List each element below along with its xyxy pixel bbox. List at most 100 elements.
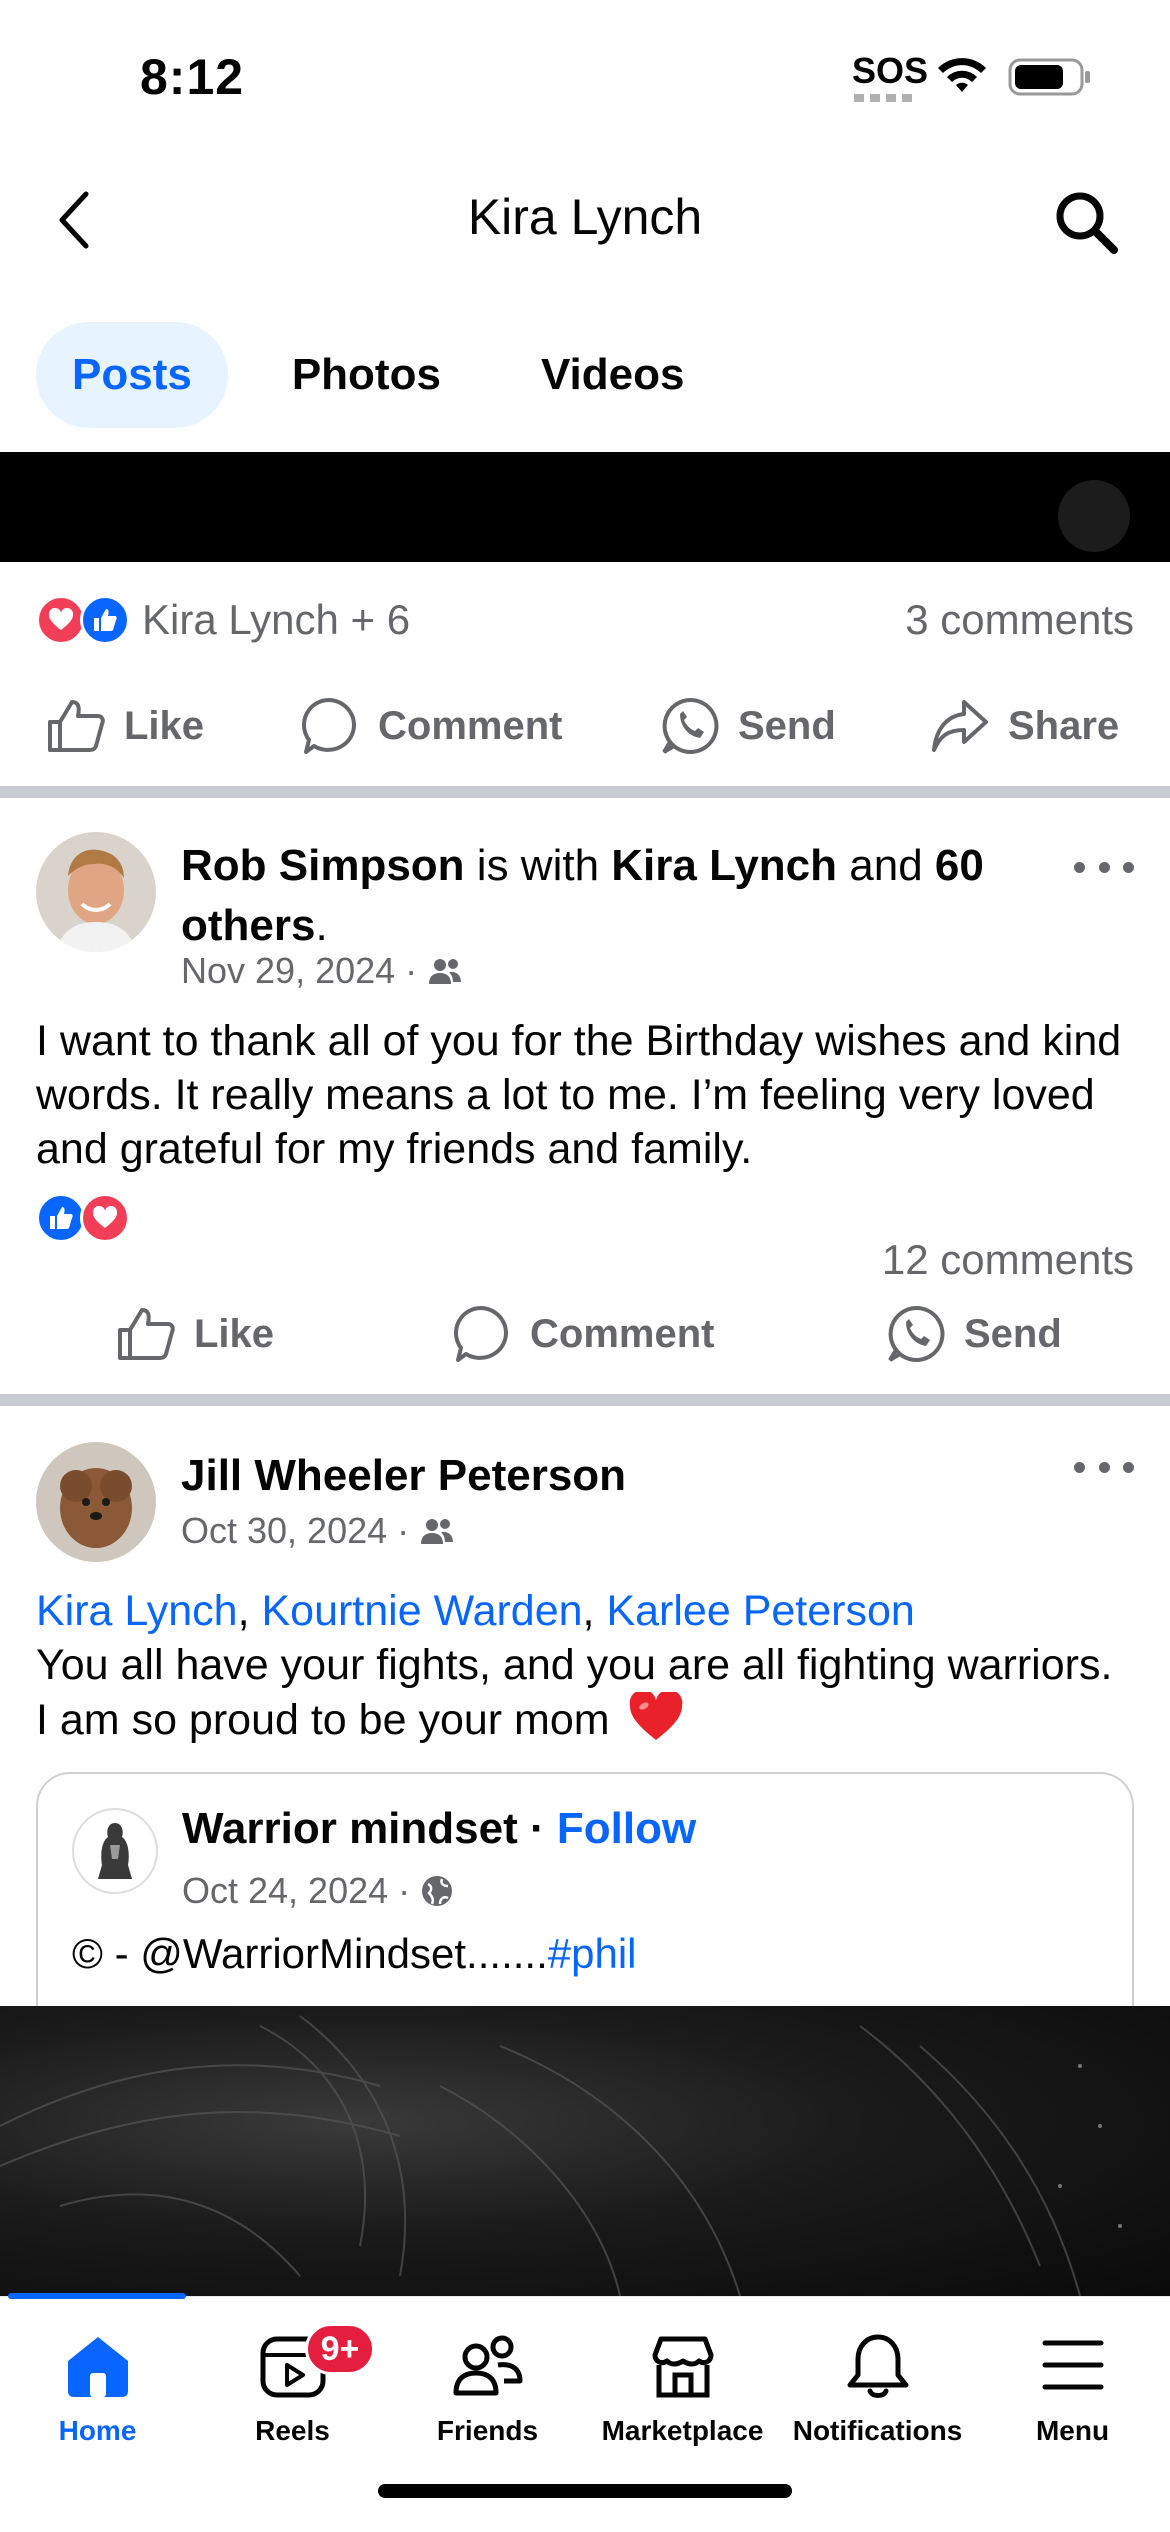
post-media[interactable]: [0, 452, 1170, 562]
mention-link[interactable]: Kira Lynch: [36, 1587, 238, 1635]
like-button[interactable]: Like: [46, 698, 204, 754]
friends-audience-icon: [429, 959, 462, 984]
shared-post-card[interactable]: Warrior mindset · Follow Oct 24, 2024 · …: [36, 1772, 1134, 2012]
wifi-icon: [938, 58, 986, 92]
send-label: Send: [964, 1311, 1062, 1356]
send-label: Send: [738, 703, 836, 748]
love-reaction-icon: [80, 1193, 130, 1243]
post-text: Kira Lynch, Kourtnie Warden, Karlee Pete…: [36, 1587, 1113, 1744]
sos-indicator: SOS: [852, 50, 929, 91]
shared-post-image[interactable]: [0, 2006, 1170, 2296]
share-button[interactable]: Share: [930, 698, 1119, 754]
post-text: I want to thank all of you for the Birth…: [36, 1017, 1122, 1173]
shared-text-prefix: © - @WarriorMindset.......: [72, 1930, 548, 1977]
friends-audience-icon: [421, 1519, 454, 1544]
friends-icon: [453, 2335, 522, 2396]
media-overlay-button[interactable]: [1058, 480, 1130, 552]
tab-videos[interactable]: Videos: [505, 322, 720, 428]
nav-label: Home: [58, 2415, 137, 2446]
send-button[interactable]: Send: [660, 696, 836, 756]
post-date[interactable]: Oct 30, 2024: [181, 1510, 387, 1552]
tab-photos[interactable]: Photos: [256, 322, 477, 428]
avatar[interactable]: [36, 832, 156, 952]
marketplace-icon: [652, 2336, 713, 2398]
nav-reels[interactable]: 9+ Reels: [195, 2323, 390, 2447]
comment-label: Comment: [530, 1311, 715, 1356]
like-button[interactable]: Like: [116, 1306, 274, 1362]
signal-dots: [854, 94, 914, 102]
home-icon: [67, 2337, 128, 2397]
post-divider: [0, 1394, 1170, 1406]
nav-home[interactable]: Home: [0, 2331, 195, 2447]
follow-separator: ·: [530, 1804, 557, 1853]
and-text: and: [837, 841, 935, 890]
comment-icon: [301, 697, 356, 754]
shared-page-name[interactable]: Warrior mindset: [182, 1804, 518, 1853]
period-text: .: [315, 901, 328, 950]
post-action-bar: Like Comment Send: [0, 1286, 1170, 1382]
more-options-button[interactable]: [1074, 852, 1134, 882]
nav-marketplace[interactable]: Marketplace: [585, 2331, 780, 2447]
tagged-name[interactable]: Kira Lynch: [611, 841, 837, 890]
author-name[interactable]: Jill Wheeler Peterson: [181, 1451, 626, 1500]
thumbs-up-icon: [118, 1308, 175, 1360]
comments-count[interactable]: 12 comments: [882, 1236, 1134, 1284]
post-meta: Oct 30, 2024 ·: [181, 1510, 455, 1552]
follow-button[interactable]: Follow: [557, 1804, 696, 1853]
whatsapp-icon: [888, 1305, 945, 1362]
bell-icon: [847, 2334, 908, 2398]
mention-link[interactable]: Karlee Peterson: [606, 1587, 914, 1635]
shared-post-date[interactable]: Oct 24, 2024: [182, 1870, 388, 1912]
like-label: Like: [124, 703, 205, 748]
red-heart-icon: [629, 1689, 682, 1740]
nav-label: Reels: [255, 2415, 330, 2446]
like-label: Like: [194, 1311, 275, 1356]
more-options-button[interactable]: [1074, 1452, 1134, 1482]
nav-label: Friends: [436, 2415, 539, 2446]
is-with-text: is with: [464, 841, 612, 890]
shared-page-avatar[interactable]: [72, 1808, 158, 1894]
comment-icon: [453, 1305, 508, 1362]
notification-badge: 9+: [305, 2323, 375, 2375]
tab-posts[interactable]: Posts: [36, 322, 228, 428]
avatar[interactable]: [36, 1442, 156, 1562]
meta-dot: ·: [405, 950, 418, 991]
nav-label: Marketplace: [601, 2415, 764, 2446]
reactions-summary[interactable]: Kira Lynch + 6 3 comments: [36, 588, 1134, 652]
post-body-text: You all have your fights, and you are al…: [36, 1641, 1113, 1744]
shared-page-line: Warrior mindset · Follow: [182, 1804, 696, 1854]
search-icon[interactable]: [1050, 186, 1122, 258]
nav-menu[interactable]: Menu: [975, 2331, 1170, 2447]
thumbs-up-icon: [48, 700, 105, 752]
reactions-text: Kira Lynch + 6: [142, 596, 411, 643]
hashtag-link[interactable]: #phil: [548, 1930, 637, 1977]
page-header: Kira Lynch: [0, 150, 1170, 290]
like-reaction-icon: [80, 595, 130, 645]
post-divider: [0, 786, 1170, 798]
comments-count[interactable]: 3 comments: [905, 596, 1134, 644]
status-time: 8:12: [140, 49, 245, 105]
author-name[interactable]: Rob Simpson: [181, 841, 465, 890]
whatsapp-icon: [662, 697, 719, 754]
like-reaction-icon: [36, 1193, 86, 1243]
post-header: Jill Wheeler Peterson Oct 30, 2024 ·: [36, 1442, 1134, 1572]
nav-label: Notifications: [792, 2415, 963, 2446]
shared-post-text: © - @WarriorMindset.......#phil: [72, 1930, 637, 1978]
reaction-icons: [36, 595, 130, 645]
meta-dot: ·: [397, 1510, 410, 1551]
battery-icon: [1008, 58, 1090, 96]
meta-dot: ·: [398, 1870, 411, 1911]
mention-link[interactable]: Kourtnie Warden: [261, 1587, 582, 1635]
nav-label: Menu: [1035, 2415, 1110, 2446]
post-date[interactable]: Nov 29, 2024: [181, 950, 395, 992]
love-reaction-icon: [36, 595, 86, 645]
globe-icon: [422, 1876, 453, 1906]
post-header: Rob Simpson is with Kira Lynch and 60 ot…: [36, 832, 1134, 992]
reactions-summary[interactable]: 12 comments: [36, 1186, 1134, 1283]
active-tab-indicator: [8, 2293, 186, 2299]
comment-button[interactable]: Comment: [452, 1304, 714, 1364]
send-button[interactable]: Send: [886, 1304, 1062, 1364]
comment-button[interactable]: Comment: [300, 696, 562, 756]
nav-friends[interactable]: Friends: [390, 2331, 585, 2447]
nav-notifications[interactable]: Notifications: [780, 2331, 975, 2447]
